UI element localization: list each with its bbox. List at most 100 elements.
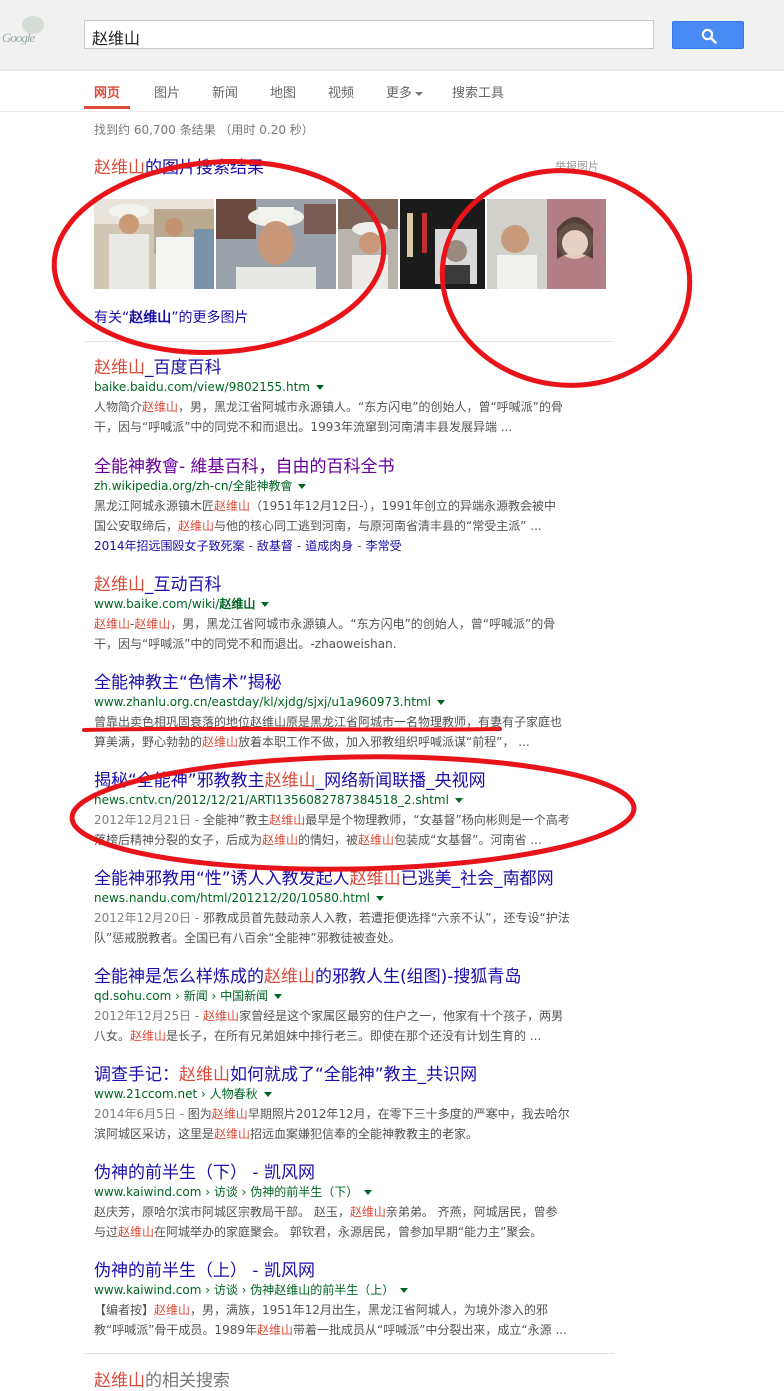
sitelink[interactable]: 道成肉身 <box>305 539 353 553</box>
image-results-heading[interactable]: 赵维山的图片搜索结果 <box>94 153 264 178</box>
result-stats: 找到约 60,700 条结果 （用时 0.20 秒） <box>94 123 314 137</box>
snippet-text: ，男，满族，1951年12月出生，黑龙江省阿城人，为境外渗入的邪 <box>190 1303 548 1317</box>
snippet-text: 放着本职工作不做，加入邪教组织呼喊派谋“前程”， ... <box>238 735 530 749</box>
logo-text: Google <box>2 30 35 45</box>
result-url-text: www.baike.com/wiki/ <box>94 597 220 611</box>
search-input[interactable]: 赵维山 <box>84 20 654 49</box>
snippet-text: 队”惩戒脱教者。全国已有八百余“全能神”邪教徒被查处。 <box>94 931 401 945</box>
result-url-text: news.cntv.cn/2012/12/21/ARTI135608278738… <box>94 793 449 807</box>
result-snippet: 【编者按】赵维山，男，满族，1951年12月出生，黑龙江省阿城人，为境外渗入的邪… <box>94 1300 614 1340</box>
result-title-link[interactable]: 伪神的前半生（下） - 凯风网 <box>94 1162 614 1184</box>
result-title-link[interactable]: 赵维山_百度百科 <box>94 357 614 379</box>
snippet-text: 家曾经是这个家属区最穷的住户之一，他家有十个孩子，两男 <box>239 1009 564 1023</box>
result-snippet: 人物简介赵维山，男，黑龙江省阿城市永源镇人。“东方闪电”的创始人，曾“呼喊派”的… <box>94 397 614 437</box>
sitelink-separator: - <box>357 539 362 553</box>
sitelink[interactable]: 李常受 <box>366 539 402 553</box>
query-highlight: 赵维山 <box>202 735 239 749</box>
result-title-text: 已逃美_社会_南都网 <box>400 869 554 889</box>
photo-man-hat-small <box>338 199 398 289</box>
query-highlight: 赵维山 <box>130 1029 167 1043</box>
more-suffix: ”的更多图片 <box>171 310 249 326</box>
tab-more[interactable]: 更多 <box>386 82 424 101</box>
snippet-text: 算美满，野心勃勃的 <box>94 735 203 749</box>
url-dropdown-icon[interactable] <box>261 602 270 607</box>
result-title-text: 调查手记： <box>94 1065 179 1085</box>
query-highlight: 赵维山 <box>269 813 306 827</box>
snippet-text: 招远血案嫌犯信奉的全能神教教主的老家。 <box>250 1127 479 1141</box>
result-title-link[interactable]: 全能神是怎么样炼成的赵维山的邪教人生(组图)-搜狐青岛 <box>94 966 614 988</box>
divider <box>84 1353 614 1354</box>
search-result: 伪神的前半生（下） - 凯风网 www.kaiwind.com › 访谈 › 伪神… <box>94 1162 614 1242</box>
result-title-link[interactable]: 全能神教主“色情术”揭秘 <box>94 672 614 694</box>
url-dropdown-icon[interactable] <box>263 1092 272 1097</box>
photo-man-hat <box>216 199 336 289</box>
tab-maps[interactable]: 地图 <box>270 82 296 101</box>
image-thumbnail[interactable] <box>400 199 485 289</box>
url-dropdown-icon[interactable] <box>298 484 307 489</box>
result-title-text: 的邪教人生(组图)-搜狐青岛 <box>315 967 522 987</box>
snippet-text: 邪教成员首先鼓动亲人入教，若遭拒便选择“六亲不认”，还专设“护法 <box>203 911 570 925</box>
more-prefix: 有关“ <box>94 310 130 326</box>
google-logo[interactable]: Google <box>0 14 60 54</box>
photo-portrait-dark <box>400 199 485 289</box>
result-url-text: baike.baidu.com/view/9802155.htm <box>94 380 310 394</box>
result-url: www.zhanlu.org.cn/eastday/kl/xjdg/sjxj/u… <box>94 694 614 710</box>
tab-videos[interactable]: 视频 <box>328 82 354 101</box>
result-url: news.nandu.com/html/201212/20/10580.html <box>94 890 614 906</box>
snippet-text: 干，因与“呼喊派”中的同党不和而退出。-zhaoweishan. <box>94 637 397 651</box>
url-dropdown-icon[interactable] <box>364 1190 373 1195</box>
tab-news[interactable]: 新闻 <box>212 82 238 101</box>
tab-web[interactable]: 网页 <box>94 82 120 101</box>
result-date: 2012年12月20日 - <box>94 911 204 925</box>
top-bar: Google 赵维山 <box>0 0 784 71</box>
result-title-text: 如何就成了“全能神”教主_共识网 <box>230 1065 478 1085</box>
result-snippet: 2014年6月5日 - 图为赵维山早期照片2012年12月，在零下三十多度的严寒… <box>94 1104 614 1144</box>
url-dropdown-icon[interactable] <box>400 1288 409 1293</box>
snippet-text: 国公安取缔后， <box>94 519 179 533</box>
image-thumbnail[interactable] <box>216 199 336 289</box>
image-thumbnail[interactable] <box>94 199 214 289</box>
url-dropdown-icon[interactable] <box>315 385 324 390</box>
sitelink[interactable]: 敌基督 <box>257 539 293 553</box>
query-highlight: 赵维山 <box>358 833 395 847</box>
result-title-text: _互动百科 <box>145 575 222 595</box>
result-date: 2014年6月5日 - <box>94 1107 188 1121</box>
search-result: 全能神教主“色情术”揭秘 www.zhanlu.org.cn/eastday/kl… <box>94 672 614 752</box>
url-dropdown-icon[interactable] <box>436 700 445 705</box>
snippet-text: 带着一批成员从“呼喊派”中分裂出来，成立“永源 ... <box>293 1323 567 1337</box>
result-title-link[interactable]: 全能神邪教用“性”诱人入教发起人赵维山已逃美_社会_南都网 <box>94 868 614 890</box>
result-sitelinks: 2014年招远围殴女子致死案 - 敌基督 - 道成肉身 - 李常受 <box>94 536 614 556</box>
result-date: 2012年12月21日 - <box>94 813 204 827</box>
snippet-text: 全能神”教主 <box>203 813 270 827</box>
query-highlight: 赵维山 <box>178 519 215 533</box>
result-title-link[interactable]: 调查手记：赵维山如何就成了“全能神”教主_共识网 <box>94 1064 614 1086</box>
result-title-link[interactable]: 伪神的前半生（上） - 凯风网 <box>94 1260 614 1282</box>
result-title-text: 全能神是怎么样炼成的 <box>94 967 264 987</box>
query-highlight: 赵维山 <box>264 771 316 791</box>
result-title-text: _百度百科 <box>145 358 222 378</box>
image-thumbnail[interactable] <box>338 199 398 289</box>
tab-search-tools[interactable]: 搜索工具 <box>452 82 504 101</box>
photo-two-people <box>94 199 214 289</box>
query-highlight: 赵维山 <box>214 1127 251 1141</box>
report-images-link[interactable]: 举报图片 <box>555 158 599 174</box>
result-url-text: www.kaiwind.com › 访谈 › 伪神的前半生（下） <box>94 1185 359 1199</box>
snippet-text: 在阿城举办的家庭聚会。 郭钦君，永源居民，曾参加早期“能力主”聚会。 <box>154 1225 543 1239</box>
tab-images[interactable]: 图片 <box>154 82 180 101</box>
result-url: www.baike.com/wiki/赵维山 <box>94 596 614 612</box>
url-dropdown-icon[interactable] <box>376 896 385 901</box>
image-thumbnail[interactable] <box>487 199 606 289</box>
result-title-link[interactable]: 赵维山_互动百科 <box>94 574 614 596</box>
result-title-link[interactable]: 揭秘“全能神”邪教教主赵维山_网络新闻联播_央视网 <box>94 770 614 792</box>
query-highlight: 赵维山 <box>262 833 299 847</box>
result-title-link[interactable]: 全能神教會- 維基百科，自由的百科全书 <box>94 456 614 478</box>
snippet-text: 图为 <box>187 1107 212 1121</box>
url-dropdown-icon[interactable] <box>454 798 463 803</box>
query-highlight: 赵维山 <box>211 1107 248 1121</box>
search-button[interactable] <box>672 21 744 49</box>
more-images-link[interactable]: 有关“赵维山”的更多图片 <box>94 307 249 327</box>
url-dropdown-icon[interactable] <box>274 994 283 999</box>
tab-more-label: 更多 <box>386 86 413 101</box>
sitelink[interactable]: 2014年招远围殴女子致死案 <box>94 539 245 553</box>
query-highlight: 赵维山 <box>256 1323 293 1337</box>
